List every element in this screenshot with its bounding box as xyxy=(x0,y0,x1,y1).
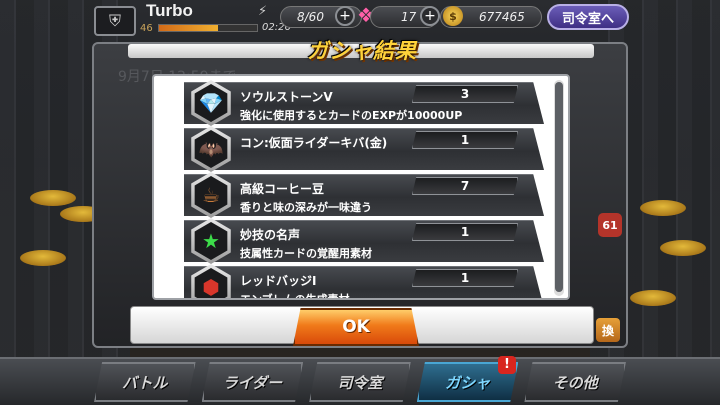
result-row: 💎 ソウルストーンV 強化に使用するとカードのEXPが10000UP 3 xyxy=(154,80,552,126)
result-row: ☕ 高級コーヒー豆 香りと味の深みが一味違う 7 xyxy=(154,172,552,218)
coin-icon: $ xyxy=(443,6,463,26)
item-name: コン:仮面ライダーキバ(金) xyxy=(240,136,388,150)
item-quantity: 1 xyxy=(412,223,518,241)
item-name: 高級コーヒー豆 xyxy=(240,182,325,196)
ok-button[interactable]: OK xyxy=(293,308,419,346)
coin-stack xyxy=(660,240,706,256)
exchange-tag: 換 xyxy=(596,318,620,342)
item-quantity: 3 xyxy=(412,85,518,103)
item-description: 技属性カードの覚醒用素材 xyxy=(240,247,372,260)
player-level: 46 xyxy=(140,23,153,34)
item-description: 香りと味の深みが一味違う xyxy=(240,201,372,214)
result-list[interactable]: 💎 ソウルストーンV 強化に使用するとカードのEXPが10000UP 3 🦇 コ… xyxy=(152,74,570,300)
stamina-plus-button[interactable]: + xyxy=(335,6,355,26)
stamina-value: 8/60 xyxy=(297,10,324,24)
nav-tab[interactable]: バトル xyxy=(94,362,196,402)
player-name: Turbo xyxy=(146,1,193,20)
item-quantity: 1 xyxy=(412,131,518,149)
nav-tab[interactable]: ライダー xyxy=(201,362,304,402)
nav-tab[interactable]: 司令室 xyxy=(309,362,411,402)
top-status-bar: ⛨ Turbo 46 ⚡ 02:26 8/60 + ❖ 17 + 677465 … xyxy=(0,0,720,36)
item-name: 妙技の名声 xyxy=(240,228,301,242)
item-description: 強化に使用するとカードのEXPが10000UP xyxy=(240,109,463,122)
gem-plus-button[interactable]: + xyxy=(420,6,440,26)
exp-bar xyxy=(158,24,258,32)
result-row: ★ 妙技の名声 技属性カードの覚醒用素材 1 xyxy=(154,218,552,264)
panel-title: ガシャ結果 xyxy=(307,39,417,63)
coin-stack xyxy=(640,200,686,216)
item-name: レッドバッジⅠ xyxy=(240,274,317,288)
result-row: 🦇 コン:仮面ライダーキバ(金) 1 xyxy=(154,126,552,172)
coin-stack xyxy=(630,290,676,306)
item-quantity: 7 xyxy=(412,177,518,195)
exp-bar-fill xyxy=(159,25,218,31)
result-row: ⬢ レッドバッジⅠ エンブレムの生成素材 1 xyxy=(154,264,552,300)
gacha-alert-icon: ! xyxy=(498,356,516,374)
gold-value: 677465 xyxy=(479,10,525,24)
item-name: ソウルストーンV xyxy=(240,90,333,104)
hq-button[interactable]: 司令室へ xyxy=(547,4,629,30)
bottom-nav: バトル ライダー 司令室 ガシャ その他 xyxy=(92,362,628,405)
item-description: エンブレムの生成素材 xyxy=(240,293,350,300)
gem-value: 17 xyxy=(401,10,417,24)
coin-stack xyxy=(30,190,76,206)
coin-stack xyxy=(20,250,66,266)
item-quantity: 1 xyxy=(412,269,518,287)
notification-badge: 61 xyxy=(598,213,622,237)
stamina-gauge-icon: ⚡ xyxy=(258,4,268,19)
nav-tab[interactable]: その他 xyxy=(524,362,626,402)
scrollbar-thumb[interactable] xyxy=(555,82,563,292)
rider-emblem-icon[interactable]: ⛨ xyxy=(94,6,136,36)
